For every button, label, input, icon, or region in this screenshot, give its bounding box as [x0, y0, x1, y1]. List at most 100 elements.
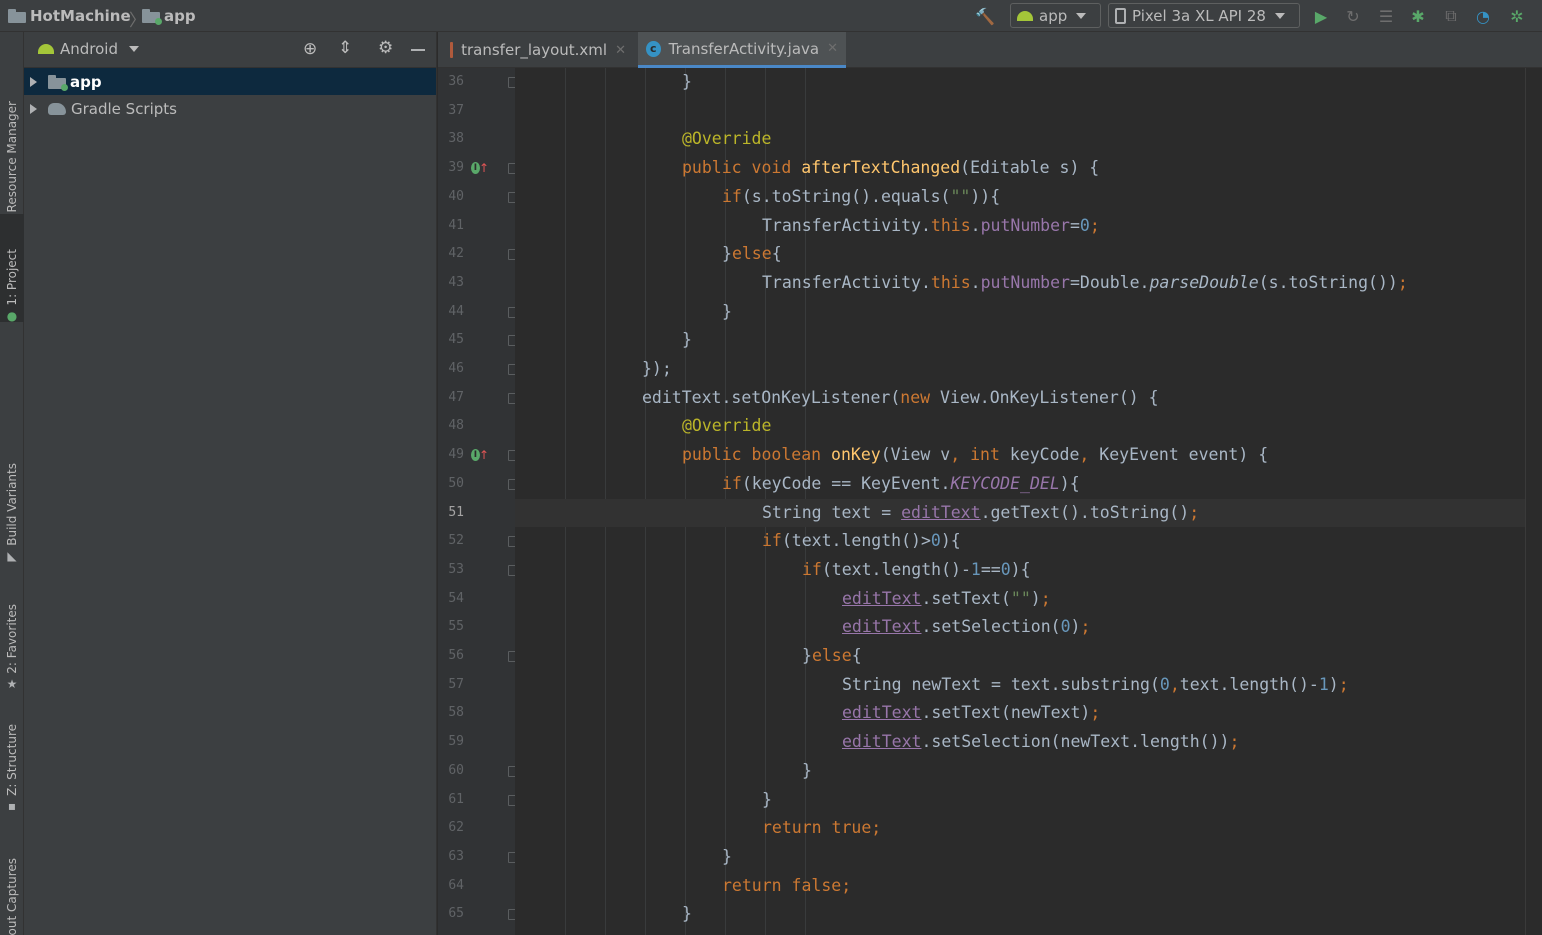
- code-text: }: [762, 789, 772, 809]
- line-number[interactable]: 58: [438, 699, 464, 728]
- line-number[interactable]: 39: [438, 154, 464, 183]
- tool-tab-project[interactable]: ● 1: Project: [0, 214, 24, 322]
- line-number[interactable]: 40: [438, 183, 464, 212]
- profile-icon[interactable]: ◔: [1473, 6, 1493, 26]
- line-number[interactable]: 44: [438, 298, 464, 327]
- code-line[interactable]: if(keyCode == KeyEvent.KEYCODE_DEL){: [515, 470, 1525, 499]
- debug-bug-icon[interactable]: ✱: [1408, 6, 1428, 26]
- line-number[interactable]: 59: [438, 728, 464, 757]
- override-method-icon[interactable]: I ↑: [471, 447, 489, 463]
- collapse-all-icon[interactable]: ⇕: [338, 38, 352, 58]
- line-number[interactable]: 64: [438, 872, 464, 901]
- line-number[interactable]: 37: [438, 97, 464, 126]
- code-editor[interactable]: } @Override public void afterTextChanged(E…: [515, 68, 1525, 935]
- code-line[interactable]: editText.setText("");: [515, 585, 1525, 614]
- override-method-icon[interactable]: I ↑: [471, 160, 489, 176]
- code-line[interactable]: }else{: [515, 642, 1525, 671]
- code-text: }: [802, 760, 812, 780]
- code-line[interactable]: editText.setSelection(newText.length());: [515, 728, 1525, 757]
- code-line[interactable]: [515, 97, 1525, 126]
- code-line[interactable]: }: [515, 757, 1525, 786]
- line-number[interactable]: 42: [438, 240, 464, 269]
- line-number[interactable]: 43: [438, 269, 464, 298]
- tool-tab-layout-captures[interactable]: Layout Captures: [0, 832, 24, 935]
- line-number[interactable]: 55: [438, 613, 464, 642]
- sync-icon[interactable]: ✲: [1507, 6, 1527, 26]
- code-line[interactable]: TransferActivity.this.putNumber=Double.p…: [515, 269, 1525, 298]
- code-line[interactable]: String newText = text.substring(0,text.l…: [515, 671, 1525, 700]
- line-number[interactable]: 54: [438, 585, 464, 614]
- code-line[interactable]: }: [515, 900, 1525, 929]
- code-line[interactable]: }: [515, 298, 1525, 327]
- line-number[interactable]: 49: [438, 441, 464, 470]
- line-number[interactable]: 57: [438, 671, 464, 700]
- locate-file-icon[interactable]: ⊕: [303, 39, 317, 59]
- code-line[interactable]: TransferActivity.this.putNumber=0;: [515, 212, 1525, 241]
- code-line[interactable]: }: [515, 843, 1525, 872]
- run-configuration-select[interactable]: app: [1010, 3, 1101, 28]
- tree-item-gradle-scripts[interactable]: Gradle Scripts: [24, 95, 436, 122]
- code-line[interactable]: if(s.toString().equals("")){: [515, 183, 1525, 212]
- code-line[interactable]: return false;: [515, 872, 1525, 901]
- tool-tab-structure[interactable]: ▪ Z: Structure: [0, 716, 24, 812]
- tab-label: transfer_layout.xml: [461, 41, 608, 59]
- code-line[interactable]: if(text.length()>0){: [515, 527, 1525, 556]
- code-line[interactable]: return true;: [515, 814, 1525, 843]
- code-line[interactable]: });: [515, 355, 1525, 384]
- expand-arrow-icon[interactable]: [30, 103, 37, 114]
- device-select[interactable]: Pixel 3a XL API 28: [1108, 3, 1300, 28]
- line-number[interactable]: 60: [438, 757, 464, 786]
- tool-tab-favorites[interactable]: ★ 2: Favorites: [0, 594, 24, 690]
- line-number[interactable]: 50: [438, 470, 464, 499]
- line-number[interactable]: 51: [438, 499, 464, 528]
- close-icon[interactable]: ✕: [615, 43, 626, 58]
- code-line[interactable]: public void afterTextChanged(Editable s)…: [515, 154, 1525, 183]
- line-number[interactable]: 41: [438, 212, 464, 241]
- line-number[interactable]: 45: [438, 326, 464, 355]
- attach-debugger-icon[interactable]: ⧉: [1441, 6, 1461, 26]
- hide-panel-icon[interactable]: [411, 49, 425, 51]
- code-line[interactable]: @Override: [515, 412, 1525, 441]
- apply-code-changes-icon[interactable]: ☰: [1376, 6, 1396, 26]
- line-number[interactable]: 38: [438, 125, 464, 154]
- tool-tab-build-variants[interactable]: ◣ Build Variants: [0, 454, 24, 562]
- code-line[interactable]: if(text.length()-1==0){: [515, 556, 1525, 585]
- code-line[interactable]: editText.setText(newText);: [515, 699, 1525, 728]
- editor-gutter[interactable]: 36 37 38 39 I ↑ 40 41 42 43 44 45 46 47 48 49 I ↑ 50 51 52 53…: [438, 68, 519, 935]
- line-number[interactable]: 46: [438, 355, 464, 384]
- line-number[interactable]: 56: [438, 642, 464, 671]
- make-project-hammer-icon[interactable]: 🔨: [975, 6, 995, 26]
- code-line[interactable]: }: [515, 68, 1525, 97]
- code-line[interactable]: @Override: [515, 125, 1525, 154]
- code-line[interactable]: }: [515, 786, 1525, 815]
- line-number[interactable]: 52: [438, 527, 464, 556]
- line-number[interactable]: 53: [438, 556, 464, 585]
- run-icon[interactable]: ▶: [1311, 6, 1331, 26]
- line-number[interactable]: 65: [438, 900, 464, 929]
- line-number[interactable]: 62: [438, 814, 464, 843]
- project-view-select[interactable]: Android: [38, 40, 139, 58]
- code-text: String text = editText.getText().toStrin…: [762, 502, 1200, 522]
- close-icon[interactable]: ✕: [827, 41, 838, 56]
- line-number[interactable]: 36: [438, 68, 464, 97]
- error-stripe[interactable]: [1525, 68, 1542, 935]
- gear-icon[interactable]: ⚙: [378, 38, 393, 58]
- code-line[interactable]: editText.setSelection(0);: [515, 613, 1525, 642]
- tab-transfer-activity-java[interactable]: c TransferActivity.java ✕: [638, 32, 846, 68]
- code-line[interactable]: }else{: [515, 240, 1525, 269]
- code-line[interactable]: }: [515, 326, 1525, 355]
- code-line[interactable]: public boolean onKey(View v, int keyCode…: [515, 441, 1525, 470]
- expand-arrow-icon[interactable]: [30, 76, 37, 87]
- line-number[interactable]: 47: [438, 384, 464, 413]
- apply-changes-icon[interactable]: ↻: [1343, 6, 1363, 26]
- tool-tab-resource-manager[interactable]: ▲ Resource Manager: [0, 58, 24, 228]
- breadcrumb-module[interactable]: app: [142, 5, 196, 27]
- code-line[interactable]: editText.setOnKeyListener(new View.OnKey…: [515, 384, 1525, 413]
- breadcrumb-project[interactable]: HotMachine: [8, 5, 131, 27]
- line-number[interactable]: 48: [438, 412, 464, 441]
- line-number[interactable]: 61: [438, 786, 464, 815]
- tab-transfer-layout-xml[interactable]: transfer_layout.xml ✕: [442, 32, 634, 68]
- line-number[interactable]: 63: [438, 843, 464, 872]
- tree-item-app[interactable]: app: [24, 68, 436, 95]
- code-line[interactable]: String text = editText.getText().toStrin…: [515, 498, 1525, 528]
